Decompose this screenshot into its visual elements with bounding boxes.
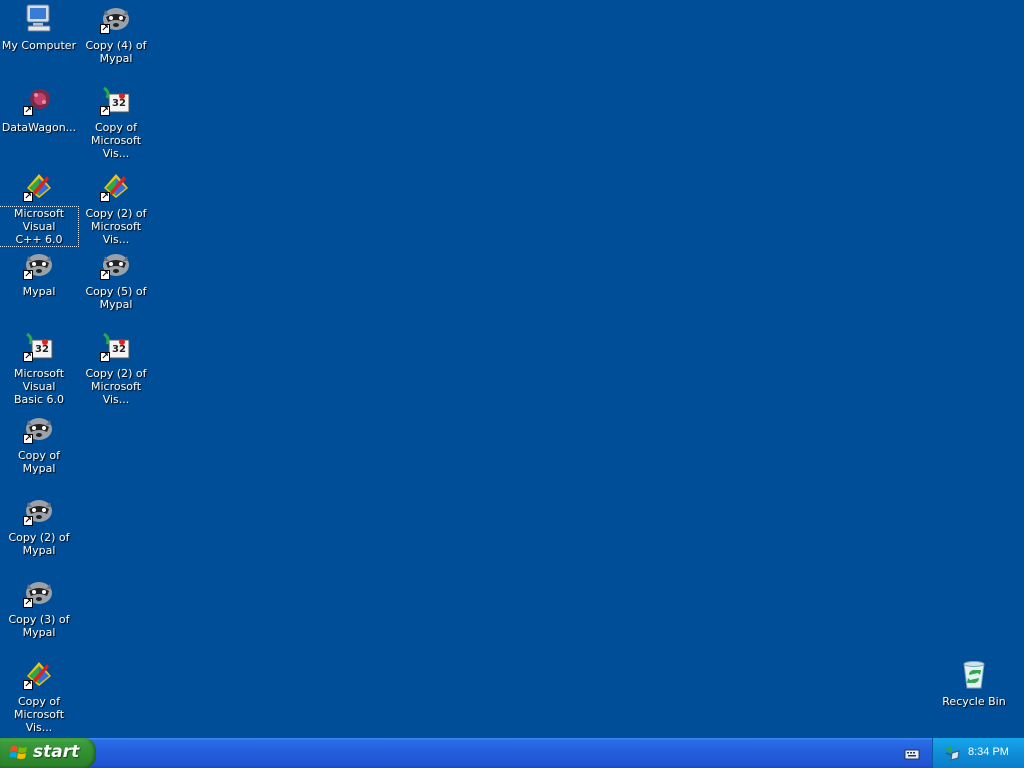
desktop-icon-label: Microsoft Visual C++ 6.0 (0, 206, 79, 247)
desktop-icon-label: Microsoft Visual Basic 6.0 (13, 367, 65, 406)
desktop-icon-copy-2-of-visual-basic[interactable]: 32 ↗ Copy (2) of Microsoft Vis... (77, 330, 155, 406)
datawagon-icon: ↗ (23, 84, 55, 116)
start-label: start (33, 742, 80, 762)
desktop[interactable]: My Computer ↗ DataWagon... ↗ Microsoft V… (0, 0, 1024, 738)
recycle-bin-icon (958, 658, 990, 690)
shortcut-arrow-icon: ↗ (23, 270, 33, 280)
visual-cpp-icon: ↗ (23, 170, 55, 202)
svg-text:32: 32 (112, 98, 126, 109)
system-tray: 8:34 PM (932, 738, 1024, 768)
shortcut-arrow-icon: ↗ (100, 352, 110, 362)
desktop-icon-label: DataWagon... (1, 121, 77, 134)
svg-text:32: 32 (112, 344, 126, 355)
mypal-icon: ↗ (100, 2, 132, 34)
shortcut-arrow-icon: ↗ (100, 24, 110, 34)
desktop-icon-label: Copy (2) of Microsoft Vis... (85, 207, 147, 246)
desktop-icon-my-computer[interactable]: My Computer (0, 2, 78, 52)
desktop-icon-label: Copy of Microsoft Vis... (13, 695, 65, 734)
desktop-icon-copy-of-mypal[interactable]: ↗ Copy of Mypal (0, 412, 78, 475)
shortcut-arrow-icon: ↗ (23, 680, 33, 690)
desktop-icon-copy-5-of-mypal[interactable]: ↗ Copy (5) of Mypal (77, 248, 155, 311)
shortcut-arrow-icon: ↗ (23, 516, 33, 526)
desktop-icon-label: Copy of Mypal (17, 449, 60, 475)
shortcut-arrow-icon: ↗ (23, 434, 33, 444)
visual-basic-icon: 32 ↗ (100, 84, 132, 116)
svg-text:32: 32 (35, 344, 49, 355)
keyboard-icon[interactable] (904, 746, 920, 760)
visual-cpp-icon: ↗ (100, 170, 132, 202)
taskbar[interactable]: start 8:34 PM (0, 738, 1024, 768)
desktop-icon-label: Copy (4) of Mypal (85, 39, 147, 65)
clock[interactable]: 8:34 PM (968, 746, 1009, 758)
desktop-icon-label: Copy of Microsoft Vis... (90, 121, 142, 160)
shortcut-arrow-icon: ↗ (23, 106, 33, 116)
shortcut-arrow-icon: ↗ (23, 598, 33, 608)
mypal-icon: ↗ (100, 248, 132, 280)
mypal-icon: ↗ (23, 248, 55, 280)
desktop-icon-datawagon[interactable]: ↗ DataWagon... (0, 84, 78, 134)
desktop-icon-copy-of-visual-cpp[interactable]: ↗ Copy of Microsoft Vis... (0, 658, 78, 734)
windows-flag-icon (9, 745, 28, 761)
desktop-icon-copy-2-of-mypal[interactable]: ↗ Copy (2) of Mypal (0, 494, 78, 557)
desktop-icon-label: Copy (2) of Microsoft Vis... (85, 367, 147, 406)
desktop-icon-copy-2-of-visual-cpp[interactable]: ↗ Copy (2) of Microsoft Vis... (77, 170, 155, 246)
desktop-icon-mypal[interactable]: ↗ Mypal (0, 248, 78, 298)
shortcut-arrow-icon: ↗ (23, 192, 33, 202)
desktop-icon-label: Mypal (22, 285, 56, 298)
mypal-icon: ↗ (23, 494, 55, 526)
desktop-icon-label: Copy (2) of Mypal (8, 531, 70, 557)
mypal-icon: ↗ (23, 576, 55, 608)
visual-basic-icon: 32 ↗ (100, 330, 132, 362)
mypal-icon: ↗ (23, 412, 55, 444)
visual-basic-icon: 32 ↗ (23, 330, 55, 362)
desktop-icon-copy-3-of-mypal[interactable]: ↗ Copy (3) of Mypal (0, 576, 78, 639)
start-button[interactable]: start (0, 738, 96, 768)
visual-cpp-icon: ↗ (23, 658, 55, 690)
shortcut-arrow-icon: ↗ (100, 270, 110, 280)
desktop-icon-copy-4-of-mypal[interactable]: ↗ Copy (4) of Mypal (77, 2, 155, 65)
desktop-icon-recycle-bin[interactable]: Recycle Bin (935, 658, 1013, 708)
desktop-icon-label: Copy (3) of Mypal (8, 613, 70, 639)
desktop-icon-visual-cpp[interactable]: ↗ Microsoft Visual C++ 6.0 (0, 170, 79, 247)
desktop-icon-visual-basic[interactable]: 32 ↗ Microsoft Visual Basic 6.0 (0, 330, 78, 406)
desktop-icon-label: Copy (5) of Mypal (85, 285, 147, 311)
desktop-icon-copy-of-visual-basic[interactable]: 32 ↗ Copy of Microsoft Vis... (77, 84, 155, 160)
shortcut-arrow-icon: ↗ (100, 106, 110, 116)
shortcut-arrow-icon: ↗ (100, 192, 110, 202)
my-computer-icon (23, 2, 55, 34)
shortcut-arrow-icon: ↗ (23, 352, 33, 362)
network-icon[interactable] (943, 744, 961, 762)
desktop-icon-label: My Computer (1, 39, 77, 52)
desktop-icon-label: Recycle Bin (942, 695, 1006, 708)
